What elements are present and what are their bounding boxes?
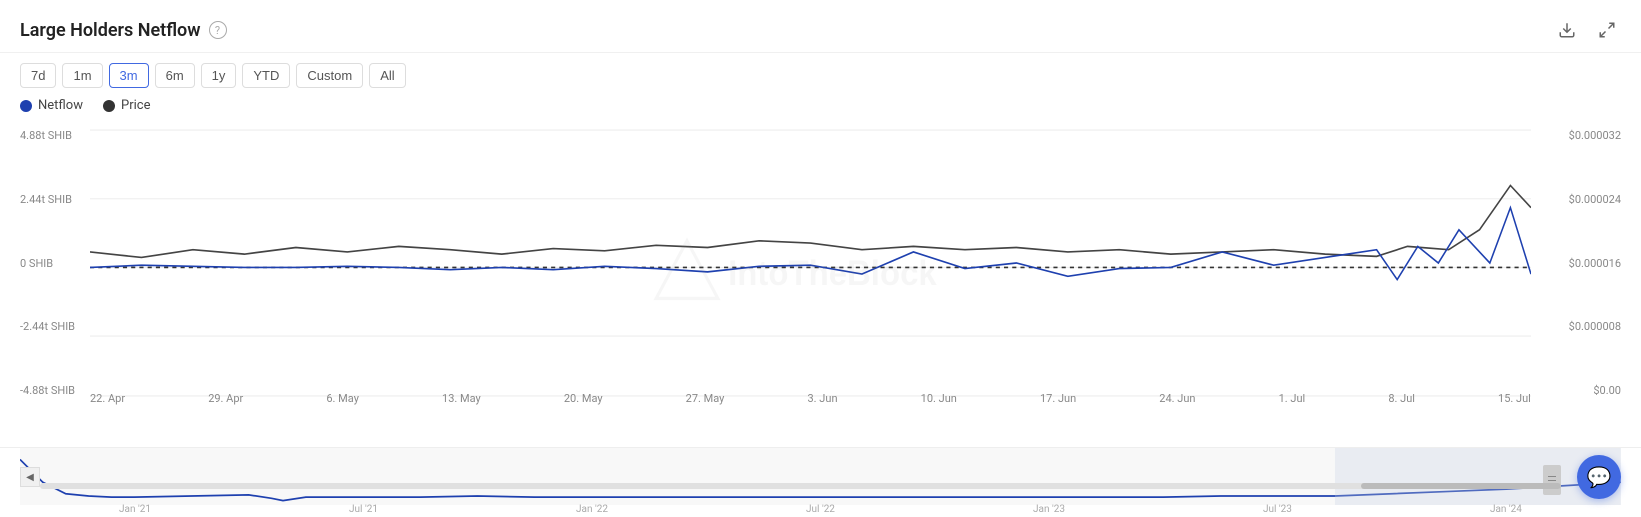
chart-area: 4.88t SHIB 2.44t SHIB 0 SHIB -2.44t SHIB… xyxy=(0,119,1641,447)
x-label-5: 27. May xyxy=(686,392,725,405)
y-right-label-1: $0.000024 xyxy=(1569,193,1621,206)
x-label-7: 10. Jun xyxy=(921,392,957,405)
chart-legend: Netflow Price xyxy=(0,94,1641,119)
scroll-handle-line-1 xyxy=(1548,476,1556,477)
scroll-left-arrow[interactable]: ◀ xyxy=(20,467,40,487)
y-right-label-4: $0.00 xyxy=(1569,384,1621,397)
legend-price: Price xyxy=(103,98,150,113)
price-label: Price xyxy=(121,98,150,113)
header-right xyxy=(1553,16,1621,44)
scroll-handle-line-2 xyxy=(1548,480,1556,481)
page-title: Large Holders Netflow xyxy=(20,20,201,41)
mini-x-label-2: Jan '22 xyxy=(576,504,608,515)
y-right-label-0: $0.000032 xyxy=(1569,129,1621,142)
x-label-12: 15. Jul xyxy=(1498,392,1531,405)
time-filter-bar: 7d 1m 3m 6m 1y YTD Custom All xyxy=(0,53,1641,94)
chat-icon: 💬 xyxy=(1587,465,1612,489)
download-button[interactable] xyxy=(1553,16,1581,44)
chart-svg-container: IntoTheBlock xyxy=(90,119,1531,407)
y-axis-right: $0.000032 $0.000024 $0.000016 $0.000008 … xyxy=(1569,119,1621,407)
mini-x-label-3: Jul '22 xyxy=(806,504,835,515)
y-label-3: -2.44t SHIB xyxy=(20,320,75,333)
mini-x-label-1: Jul '21 xyxy=(349,504,378,515)
filter-7d[interactable]: 7d xyxy=(20,63,56,88)
mini-x-label-6: Jan '24 xyxy=(1490,504,1522,515)
mini-x-axis: Jan '21 Jul '21 Jan '22 Jul '22 Jan '23 … xyxy=(20,504,1621,515)
filter-1m[interactable]: 1m xyxy=(62,63,102,88)
y-label-1: 2.44t SHIB xyxy=(20,193,75,206)
filter-custom[interactable]: Custom xyxy=(296,63,363,88)
y-right-label-3: $0.000008 xyxy=(1569,320,1621,333)
y-right-label-2: $0.000016 xyxy=(1569,257,1621,270)
scrollbar-thumb[interactable] xyxy=(1361,483,1561,489)
filter-ytd[interactable]: YTD xyxy=(242,63,290,88)
mini-chart-svg xyxy=(20,448,1621,505)
x-label-3: 13. May xyxy=(442,392,481,405)
main-chart-svg: IntoTheBlock xyxy=(90,119,1531,407)
x-label-1: 29. Apr xyxy=(208,392,243,405)
mini-chart[interactable]: ◀ Jan '21 Jul '21 Jan '22 Jul '22 Jan '2… xyxy=(0,447,1641,517)
legend-netflow: Netflow xyxy=(20,98,83,113)
x-label-2: 6. May xyxy=(326,392,359,405)
y-label-2: 0 SHIB xyxy=(20,257,75,270)
svg-text:IntoTheBlock: IntoTheBlock xyxy=(728,254,937,293)
x-label-10: 1. Jul xyxy=(1279,392,1306,405)
filter-3m[interactable]: 3m xyxy=(109,63,149,88)
x-label-9: 24. Jun xyxy=(1159,392,1195,405)
x-label-0: 22. Apr xyxy=(90,392,125,405)
filter-1y[interactable]: 1y xyxy=(201,63,237,88)
chat-button[interactable]: 💬 xyxy=(1577,455,1621,499)
filter-6m[interactable]: 6m xyxy=(155,63,195,88)
page-container: Large Holders Netflow ? 7d 1m 3m 6m 1y Y… xyxy=(0,0,1641,517)
y-label-0: 4.88t SHIB xyxy=(20,129,75,142)
netflow-dot xyxy=(20,100,32,112)
mini-x-label-0: Jan '21 xyxy=(119,504,151,515)
x-label-8: 17. Jun xyxy=(1040,392,1076,405)
x-label-4: 20. May xyxy=(564,392,603,405)
mini-x-label-5: Jul '23 xyxy=(1263,504,1292,515)
price-dot xyxy=(103,100,115,112)
y-label-4: -4.88t SHIB xyxy=(20,384,75,397)
y-axis-left: 4.88t SHIB 2.44t SHIB 0 SHIB -2.44t SHIB… xyxy=(20,119,75,407)
header-left: Large Holders Netflow ? xyxy=(20,20,227,41)
x-label-11: 8. Jul xyxy=(1388,392,1415,405)
expand-button[interactable] xyxy=(1593,16,1621,44)
help-icon[interactable]: ? xyxy=(209,21,227,39)
x-axis: 22. Apr 29. Apr 6. May 13. May 20. May 2… xyxy=(90,392,1531,405)
netflow-label: Netflow xyxy=(38,98,83,113)
header: Large Holders Netflow ? xyxy=(0,0,1641,53)
mini-x-label-4: Jan '23 xyxy=(1033,504,1065,515)
scroll-handle[interactable] xyxy=(1543,465,1561,495)
bottom-scrollbar[interactable] xyxy=(40,483,1561,489)
filter-all[interactable]: All xyxy=(369,63,405,88)
x-label-6: 3. Jun xyxy=(808,392,838,405)
